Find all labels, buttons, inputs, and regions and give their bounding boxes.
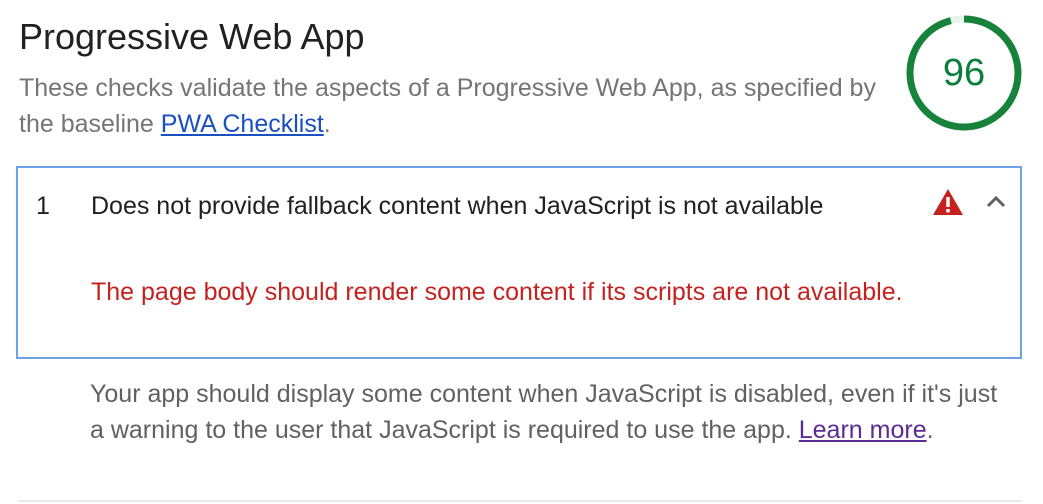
audit-index: 1 <box>36 192 50 220</box>
description-text: These checks validate the aspects of a P… <box>19 74 876 138</box>
score-gauge: 96 <box>905 14 1023 132</box>
pwa-checklist-link[interactable]: PWA Checklist <box>161 110 324 138</box>
category-header: Progressive Web App These checks validat… <box>19 14 879 142</box>
category-description: These checks validate the aspects of a P… <box>19 70 879 142</box>
warning-triangle-icon <box>932 188 964 216</box>
description-suffix: . <box>323 110 331 138</box>
chevron-up-icon[interactable] <box>984 192 1008 212</box>
category-title: Progressive Web App <box>19 16 365 57</box>
score-value: 96 <box>942 52 986 94</box>
learn-more-link[interactable]: Learn more <box>799 416 927 444</box>
audit-details: Your app should display some content whe… <box>90 376 1010 448</box>
details-suffix: . <box>926 416 934 444</box>
audit-title: Does not provide fallback content when J… <box>91 192 824 220</box>
audit-error-message: The page body should render some content… <box>91 278 903 306</box>
section-divider <box>18 500 1022 502</box>
audit-item-no-fallback[interactable]: 1 Does not provide fallback content when… <box>16 166 1022 359</box>
